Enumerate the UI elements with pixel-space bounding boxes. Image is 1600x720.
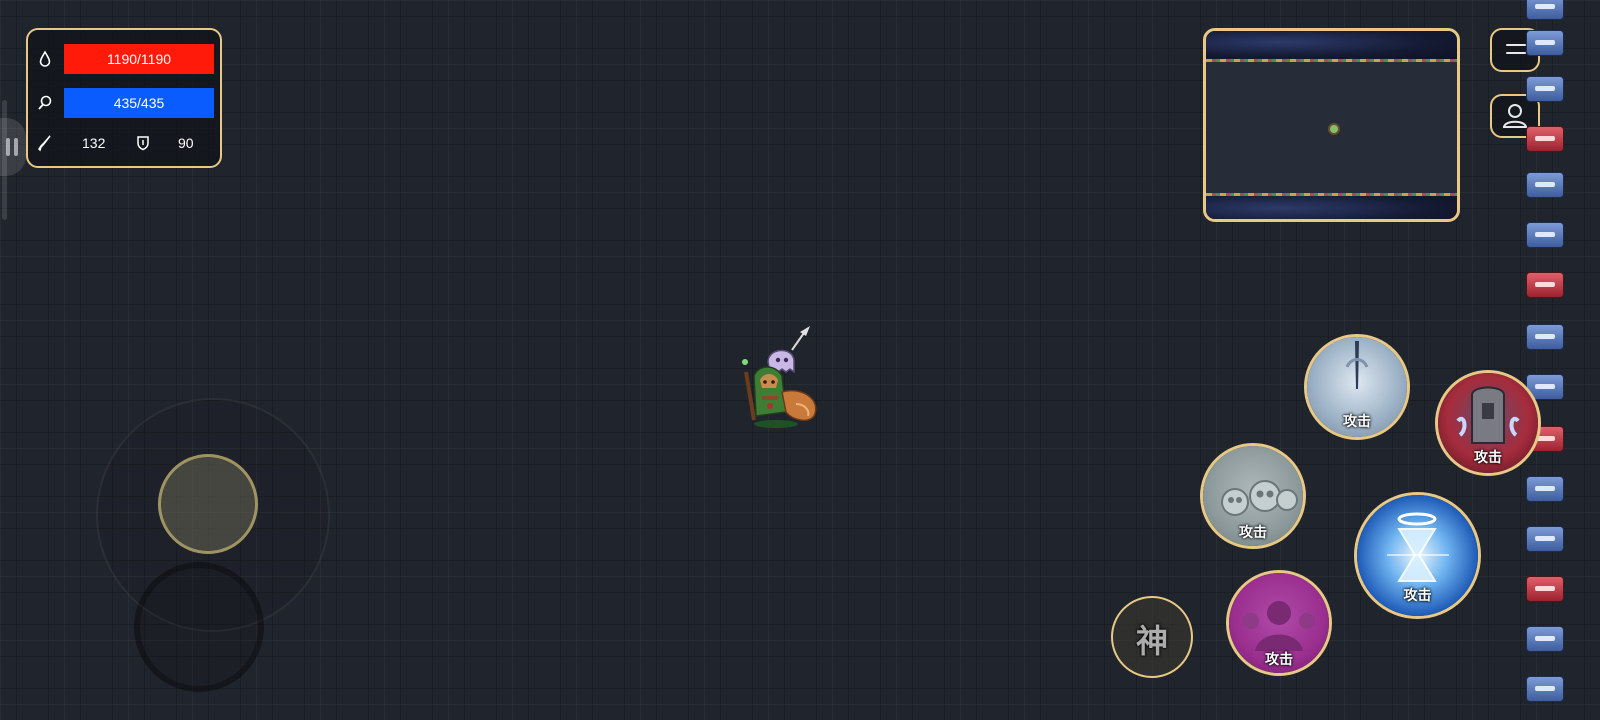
minimap-boundary-top	[1206, 59, 1457, 62]
skill-5-label: 攻击	[1265, 651, 1293, 667]
edge-item	[1526, 30, 1564, 56]
skill-3-label: 攻击	[1239, 524, 1267, 540]
edge-item	[1526, 576, 1564, 602]
attack-value: 132	[82, 135, 106, 151]
mana-icon	[36, 94, 54, 112]
edge-item	[1526, 172, 1564, 198]
edge-item	[1526, 222, 1564, 248]
skill-4-label: 攻击	[1403, 587, 1432, 603]
right-edge-items	[1522, 0, 1568, 720]
edge-item	[1526, 272, 1564, 298]
special-skill-label: 神	[1135, 622, 1168, 660]
edge-item	[1526, 0, 1564, 20]
skill-button-5[interactable]: 攻击	[1226, 570, 1332, 676]
joystick-knob[interactable]	[158, 454, 258, 554]
minimap-sky-top	[1206, 31, 1457, 59]
edge-item	[1526, 476, 1564, 502]
edge-item	[1526, 676, 1564, 702]
edge-item	[1526, 126, 1564, 152]
defense-value: 90	[178, 135, 194, 151]
minimap[interactable]	[1203, 28, 1460, 222]
edge-item	[1526, 76, 1564, 102]
mp-bar: 435/435	[64, 88, 214, 118]
side-drawer-handle[interactable]	[0, 118, 26, 176]
special-skill-button[interactable]: 神	[1111, 596, 1193, 678]
stats-panel: 1190/1190 435/435 132 90	[26, 28, 222, 168]
mp-text: 435/435	[113, 95, 165, 111]
skill-button-3[interactable]: 攻击	[1200, 443, 1306, 549]
skill-1-label: 攻击	[1343, 413, 1371, 429]
player-character	[732, 320, 828, 432]
shield-icon	[134, 134, 152, 152]
joystick-secondary-ring	[134, 562, 264, 692]
skill-button-2[interactable]: 攻击	[1435, 370, 1541, 476]
minimap-player-marker	[1330, 125, 1338, 133]
edge-item	[1526, 526, 1564, 552]
game-scene: 1190/1190 435/435 132 90 攻击 攻击 攻击 攻击 攻击 …	[0, 0, 1600, 720]
edge-item	[1526, 324, 1564, 350]
drop-icon	[36, 50, 54, 68]
sword-icon	[36, 134, 54, 152]
minimap-sky-bottom	[1206, 196, 1457, 219]
hp-bar: 1190/1190	[64, 44, 214, 74]
skill-button-4[interactable]: 攻击	[1354, 492, 1481, 619]
skill-2-label: 攻击	[1474, 449, 1502, 465]
skill-button-1[interactable]: 攻击	[1304, 334, 1410, 440]
hp-text: 1190/1190	[106, 51, 172, 67]
edge-item	[1526, 626, 1564, 652]
